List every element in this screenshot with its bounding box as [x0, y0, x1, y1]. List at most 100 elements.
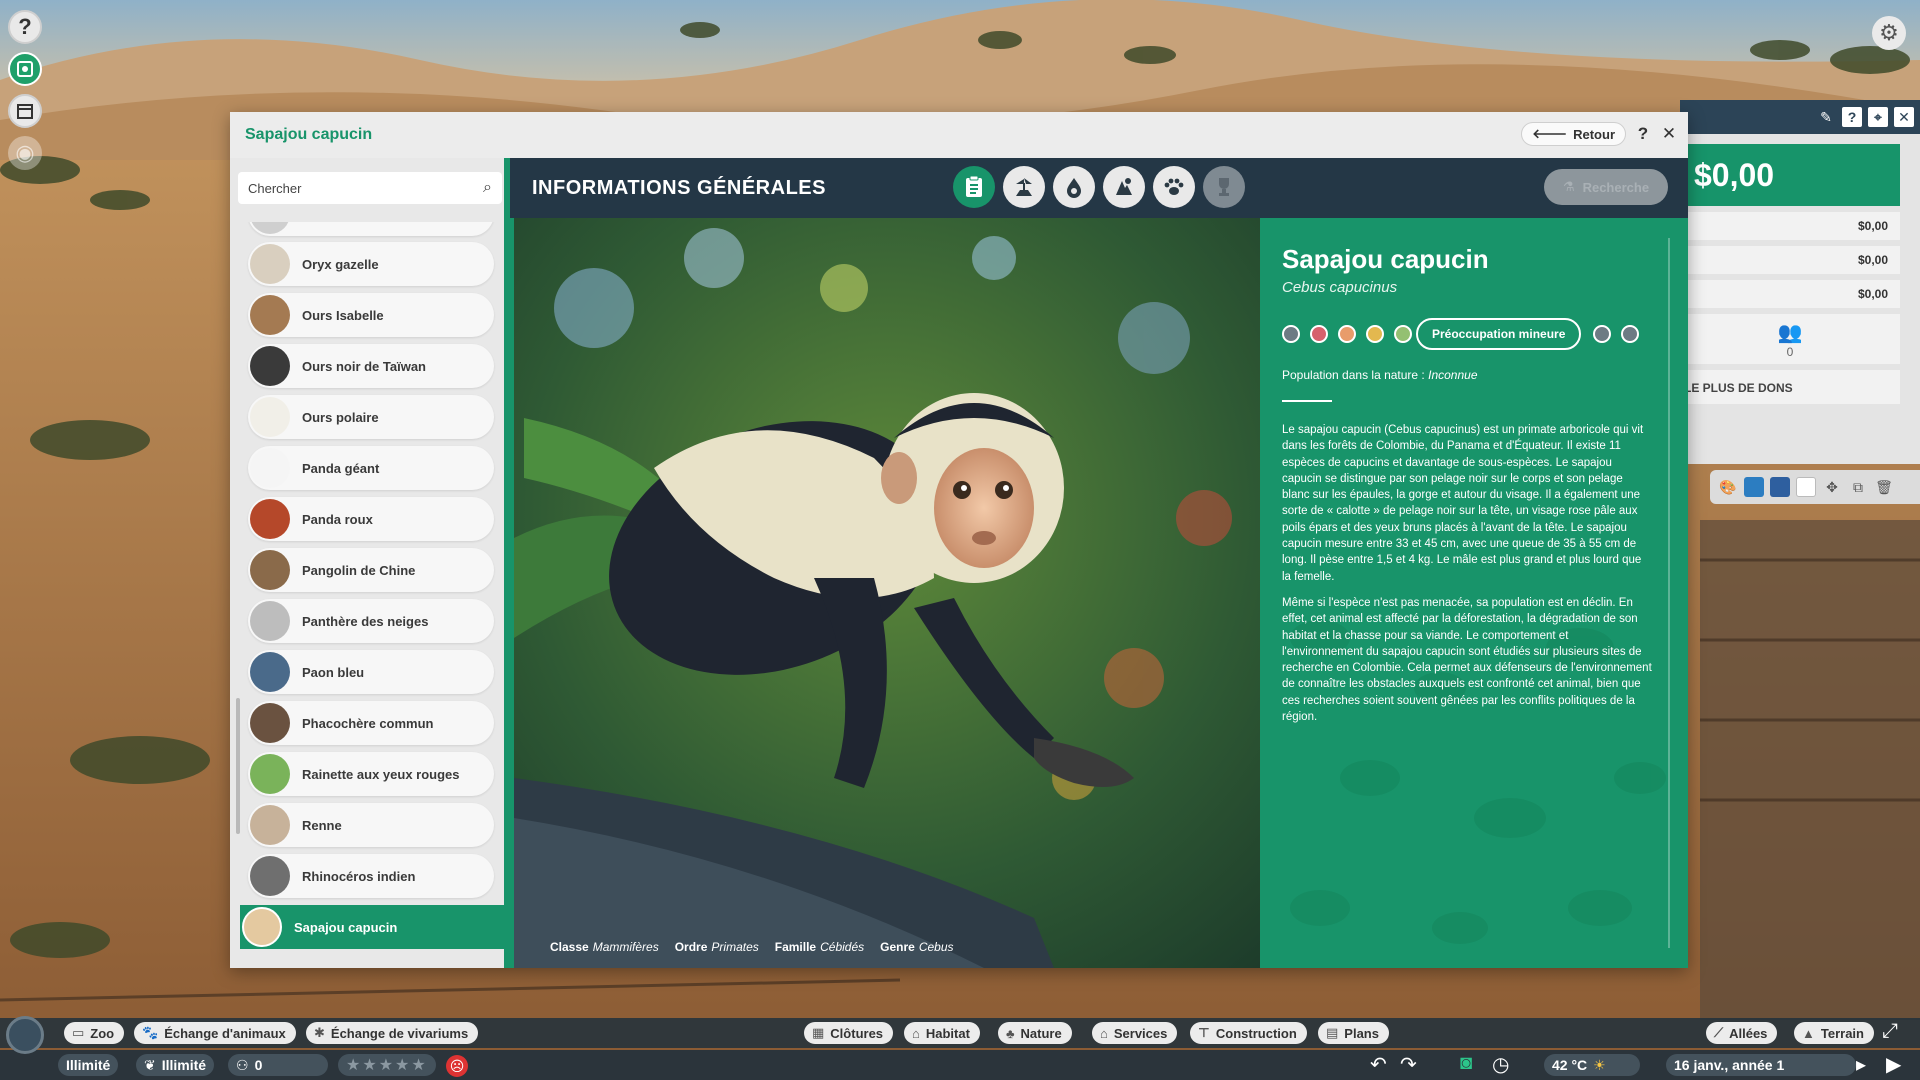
- back-button[interactable]: 🡐 Retour: [1521, 122, 1626, 146]
- species-list-item[interactable]: Ours Isabelle: [248, 293, 494, 337]
- habitat-button[interactable]: ⌂ Habitat: [904, 1022, 980, 1044]
- species-list-item[interactable]: Rainette aux yeux rouges: [248, 752, 494, 796]
- species-list-item[interactable]: Panthère des neiges: [248, 599, 494, 643]
- tab-general-info[interactable]: [953, 166, 995, 208]
- fences-button[interactable]: ▦ Clôtures: [804, 1022, 894, 1044]
- zoopedia-icon[interactable]: [8, 52, 42, 86]
- settings-gear-icon[interactable]: ⚙: [1872, 16, 1906, 50]
- people-icon: 👥: [1777, 322, 1803, 344]
- species-list-item[interactable]: Pangolin de Chine: [248, 548, 494, 592]
- nature-button[interactable]: ♣ Nature: [998, 1022, 1072, 1044]
- content-header: INFORMATIONS GÉNÉRALES ⚗ Recherche: [510, 158, 1688, 218]
- species-photo: Classe Mammifères Ordre Primates Famille Cé…: [514, 218, 1260, 968]
- calendar-icon[interactable]: [8, 94, 42, 128]
- finance-row: $0,00: [1680, 246, 1900, 274]
- fence-icon: ▦: [812, 1025, 825, 1040]
- species-list-item[interactable]: Ours noir de Taïwan: [248, 344, 494, 388]
- species-list-item-label: Ours noir de Taïwan: [302, 358, 427, 374]
- species-list-item[interactable]: Ours polaire: [248, 395, 494, 439]
- bug-icon: ✱: [314, 1025, 325, 1040]
- research-button[interactable]: ⚗ Recherche: [1544, 169, 1668, 205]
- species-list-item-label: Panda roux: [302, 511, 373, 527]
- taxonomy-row: Classe Mammifères Ordre Primates Famille Cé…: [550, 940, 954, 954]
- top-donors-label: LE PLUS DE DONS: [1680, 370, 1900, 404]
- eye-icon[interactable]: ◉: [8, 136, 42, 170]
- status-dot: [1366, 325, 1384, 343]
- list-scrollbar[interactable]: [236, 698, 240, 834]
- locate-icon[interactable]: ⌖: [1868, 107, 1888, 127]
- taxonomy-genre: Genre Cebus: [880, 940, 954, 954]
- duplicate-icon[interactable]: ⧉: [1848, 477, 1868, 497]
- capuchin-thumbnail: [242, 907, 282, 947]
- clock-icon[interactable]: ◷: [1492, 1052, 1509, 1077]
- play-icon[interactable]: ▶: [1886, 1052, 1901, 1077]
- camera-mode-icon[interactable]: [6, 1016, 44, 1054]
- zoo-button[interactable]: ▭ Zoo: [64, 1022, 125, 1044]
- species-list-item[interactable]: Rhinocéros indien: [248, 854, 494, 898]
- species-list-item[interactable]: Paon bleu: [248, 650, 494, 694]
- species-list-item[interactable]: Sapajou capucin: [240, 905, 504, 949]
- list-item-partial[interactable]: [248, 222, 494, 236]
- edit-icon[interactable]: ✎: [1816, 107, 1836, 127]
- tab-behaviour[interactable]: [1153, 166, 1195, 208]
- species-list-item-label: Panda géant: [302, 460, 380, 476]
- construction-button[interactable]: ⊤ Construction: [1190, 1022, 1307, 1044]
- color-swatch[interactable]: [1770, 477, 1790, 497]
- search-input[interactable]: [248, 180, 484, 196]
- zoopedia-window: Sapajou capucin 🡐 Retour ? ✕ ⌕ Oryx gaze…: [230, 112, 1688, 968]
- peacock-thumbnail: [250, 652, 290, 692]
- tab-enrichment[interactable]: [1103, 166, 1145, 208]
- taxonomy-ordre: Ordre Primates: [674, 940, 759, 954]
- camera-icon[interactable]: ◙: [1460, 1052, 1472, 1075]
- drop-icon: [1067, 178, 1081, 198]
- expand-icon[interactable]: ⤢: [1882, 1020, 1898, 1043]
- terrain-button[interactable]: ▲ Terrain: [1794, 1022, 1874, 1044]
- sad-face-icon[interactable]: ☹: [446, 1055, 468, 1077]
- finance-row: $0,00: [1680, 212, 1900, 240]
- plans-button[interactable]: ▤ Plans: [1318, 1022, 1389, 1044]
- divider-line: [1668, 238, 1670, 948]
- species-list-item[interactable]: Panda roux: [248, 497, 494, 541]
- delete-icon[interactable]: 🗑: [1874, 477, 1894, 497]
- animal-trade-button[interactable]: 🐾 Échange d'animaux: [134, 1022, 296, 1044]
- pangolin-thumbnail: [250, 550, 290, 590]
- color-swatch[interactable]: [1796, 477, 1816, 497]
- species-list-item[interactable]: Oryx gazelle: [248, 242, 494, 286]
- brown-bear-thumbnail: [250, 295, 290, 335]
- habitat-icon: [1016, 178, 1032, 196]
- close-icon[interactable]: ✕: [1894, 107, 1914, 127]
- species-list: Oryx gazelle Ours Isabelle Ours noir de Ta…: [238, 222, 504, 968]
- search-icon[interactable]: ⌕: [483, 179, 492, 197]
- search-box[interactable]: ⌕: [238, 172, 502, 204]
- donors-count: 0: [1786, 345, 1794, 359]
- species-sidebar: ⌕ Oryx gazelle Ours Isabelle Ours noir de …: [230, 158, 510, 968]
- tab-achievements[interactable]: [1203, 166, 1245, 208]
- species-list-item[interactable]: Renne: [248, 803, 494, 847]
- color-swatch[interactable]: [1744, 477, 1764, 497]
- move-icon[interactable]: ✥: [1822, 477, 1842, 497]
- finance-panel-header: ✎ ? ⌖ ✕: [1680, 100, 1920, 134]
- close-icon[interactable]: ✕: [1660, 124, 1678, 144]
- help-icon[interactable]: ?: [1634, 124, 1652, 144]
- redo-icon[interactable]: ↷: [1400, 1052, 1417, 1077]
- help-icon[interactable]: ?: [8, 10, 42, 44]
- paths-button[interactable]: ⟋ Allées: [1706, 1022, 1778, 1044]
- fast-forward-icon[interactable]: ▸: [1856, 1052, 1866, 1077]
- help-icon[interactable]: ?: [1842, 107, 1862, 127]
- tab-habitat[interactable]: [1003, 166, 1045, 208]
- species-list-item-label: Ours polaire: [302, 409, 379, 425]
- conservation-status: Préoccupation mineure: [1282, 318, 1666, 350]
- research-button-label: Recherche: [1582, 179, 1650, 195]
- left-toolbar: ? ◉: [8, 10, 42, 178]
- object-tools: 🎨 ✥ ⧉ 🗑: [1710, 470, 1920, 504]
- undo-icon[interactable]: ↶: [1370, 1052, 1387, 1077]
- vivarium-trade-button[interactable]: ✱ Échange de vivariums: [306, 1022, 479, 1044]
- tab-diet[interactable]: [1053, 166, 1095, 208]
- species-list-item[interactable]: Phacochère commun: [248, 701, 494, 745]
- frog-thumbnail: [250, 754, 290, 794]
- species-description: Le sapajou capucin (Cebus capucinus) est…: [1282, 422, 1666, 725]
- palette-icon[interactable]: 🎨: [1718, 477, 1738, 497]
- species-list-item[interactable]: Panda géant: [248, 446, 494, 490]
- services-button[interactable]: ⌂ Services: [1092, 1022, 1178, 1044]
- guests-display: ⚇ 0: [228, 1054, 328, 1076]
